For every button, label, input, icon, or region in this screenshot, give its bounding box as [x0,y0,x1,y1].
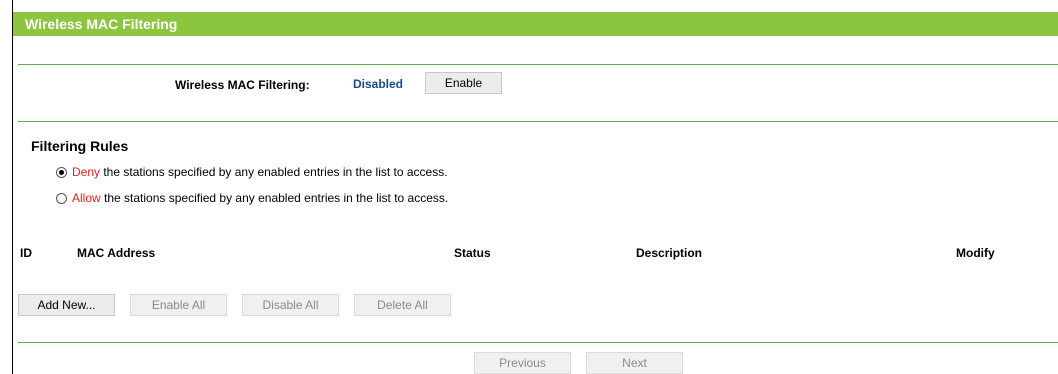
deny-radio[interactable] [56,167,67,178]
delete-all-button[interactable]: Delete All [354,294,451,316]
divider [18,342,1058,343]
divider [18,64,1058,65]
enable-button[interactable]: Enable [425,72,502,94]
next-button[interactable]: Next [586,352,683,374]
divider [18,121,1058,122]
column-header-mac-address: MAC Address [77,246,156,260]
column-header-description: Description [636,246,703,260]
column-header-modify: Modify [956,246,995,260]
disable-all-button[interactable]: Disable All [242,294,339,316]
previous-button[interactable]: Previous [474,352,571,374]
mac-filtering-status: Disabled [353,77,404,91]
filtering-rules-title: Filtering Rules [31,138,129,154]
wireless-mac-filtering-page: Wireless MAC Filtering Wireless MAC Filt… [12,0,1058,374]
allow-rule-option[interactable]: Allow the stations specified by any enab… [56,190,448,206]
page-header: Wireless MAC Filtering [13,12,1058,36]
allow-radio[interactable] [56,193,67,204]
add-new-button[interactable]: Add New... [18,294,115,316]
column-header-status: Status [454,246,491,260]
column-header-id: ID [20,246,32,260]
mac-filtering-label: Wireless MAC Filtering: [175,78,310,92]
deny-rule-text: the stations specified by any enabled en… [100,165,448,179]
deny-rule-option[interactable]: Deny the stations specified by any enabl… [56,164,448,180]
left-frame-border [12,0,13,374]
allow-rule-text: the stations specified by any enabled en… [100,191,449,205]
deny-keyword: Deny [72,165,101,179]
allow-keyword: Allow [72,191,101,205]
enable-all-button[interactable]: Enable All [130,294,227,316]
